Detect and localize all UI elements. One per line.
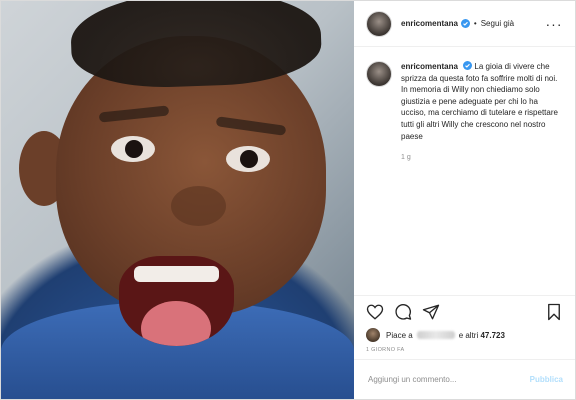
post-header: enricomentana • Segui già ··· xyxy=(354,1,575,47)
publish-button[interactable]: Pubblica xyxy=(530,375,563,384)
post-sidebar: enricomentana • Segui già ··· enricoment… xyxy=(354,1,575,399)
heart-icon[interactable] xyxy=(366,303,384,321)
photo-mouth xyxy=(119,256,234,346)
comments-section: enricomentana La gioia di vivere che spr… xyxy=(354,47,575,295)
caption-row: enricomentana La gioia di vivere che spr… xyxy=(366,61,563,164)
bookmark-icon[interactable] xyxy=(545,303,563,321)
post-date[interactable]: 1 GIORNO FA xyxy=(354,343,575,359)
caption-time[interactable]: 1 g xyxy=(401,152,563,164)
photo-eye-left xyxy=(111,136,155,162)
likes-row: Piace a e altri 47.723 xyxy=(354,327,575,343)
author-username[interactable]: enricomentana xyxy=(401,19,458,28)
photo-eye-right xyxy=(226,146,270,172)
more-icon[interactable]: ··· xyxy=(545,16,563,32)
photo-nose xyxy=(171,186,226,226)
liked-by-prefix: Piace a xyxy=(386,330,413,340)
post-card: enricomentana • Segui già ··· enricoment… xyxy=(0,0,576,400)
comment-icon[interactable] xyxy=(394,303,412,321)
verified-icon xyxy=(463,61,473,70)
caption-avatar[interactable] xyxy=(366,61,392,87)
likes-count[interactable]: 47.723 xyxy=(480,331,504,340)
liker-avatar[interactable] xyxy=(366,328,380,342)
header-separator: • xyxy=(473,19,477,28)
post-photo[interactable] xyxy=(1,1,354,399)
liked-by-suffix: e altri xyxy=(458,330,479,340)
author-avatar[interactable] xyxy=(366,10,392,37)
photo-tongue xyxy=(141,301,211,346)
share-icon[interactable] xyxy=(422,303,440,321)
liker-username-blurred[interactable] xyxy=(416,331,455,339)
caption-username[interactable]: enricomentana xyxy=(401,62,458,71)
verified-icon xyxy=(460,19,470,28)
caption-text: La gioia di vivere che sprizza da questa… xyxy=(401,62,558,141)
caption-body: enricomentana La gioia di vivere che spr… xyxy=(401,61,563,164)
add-comment-bar: Pubblica xyxy=(354,359,575,399)
comment-input[interactable] xyxy=(366,374,530,385)
action-bar xyxy=(354,295,575,327)
photo-teeth xyxy=(134,266,219,282)
following-button[interactable]: Segui già xyxy=(481,19,514,28)
